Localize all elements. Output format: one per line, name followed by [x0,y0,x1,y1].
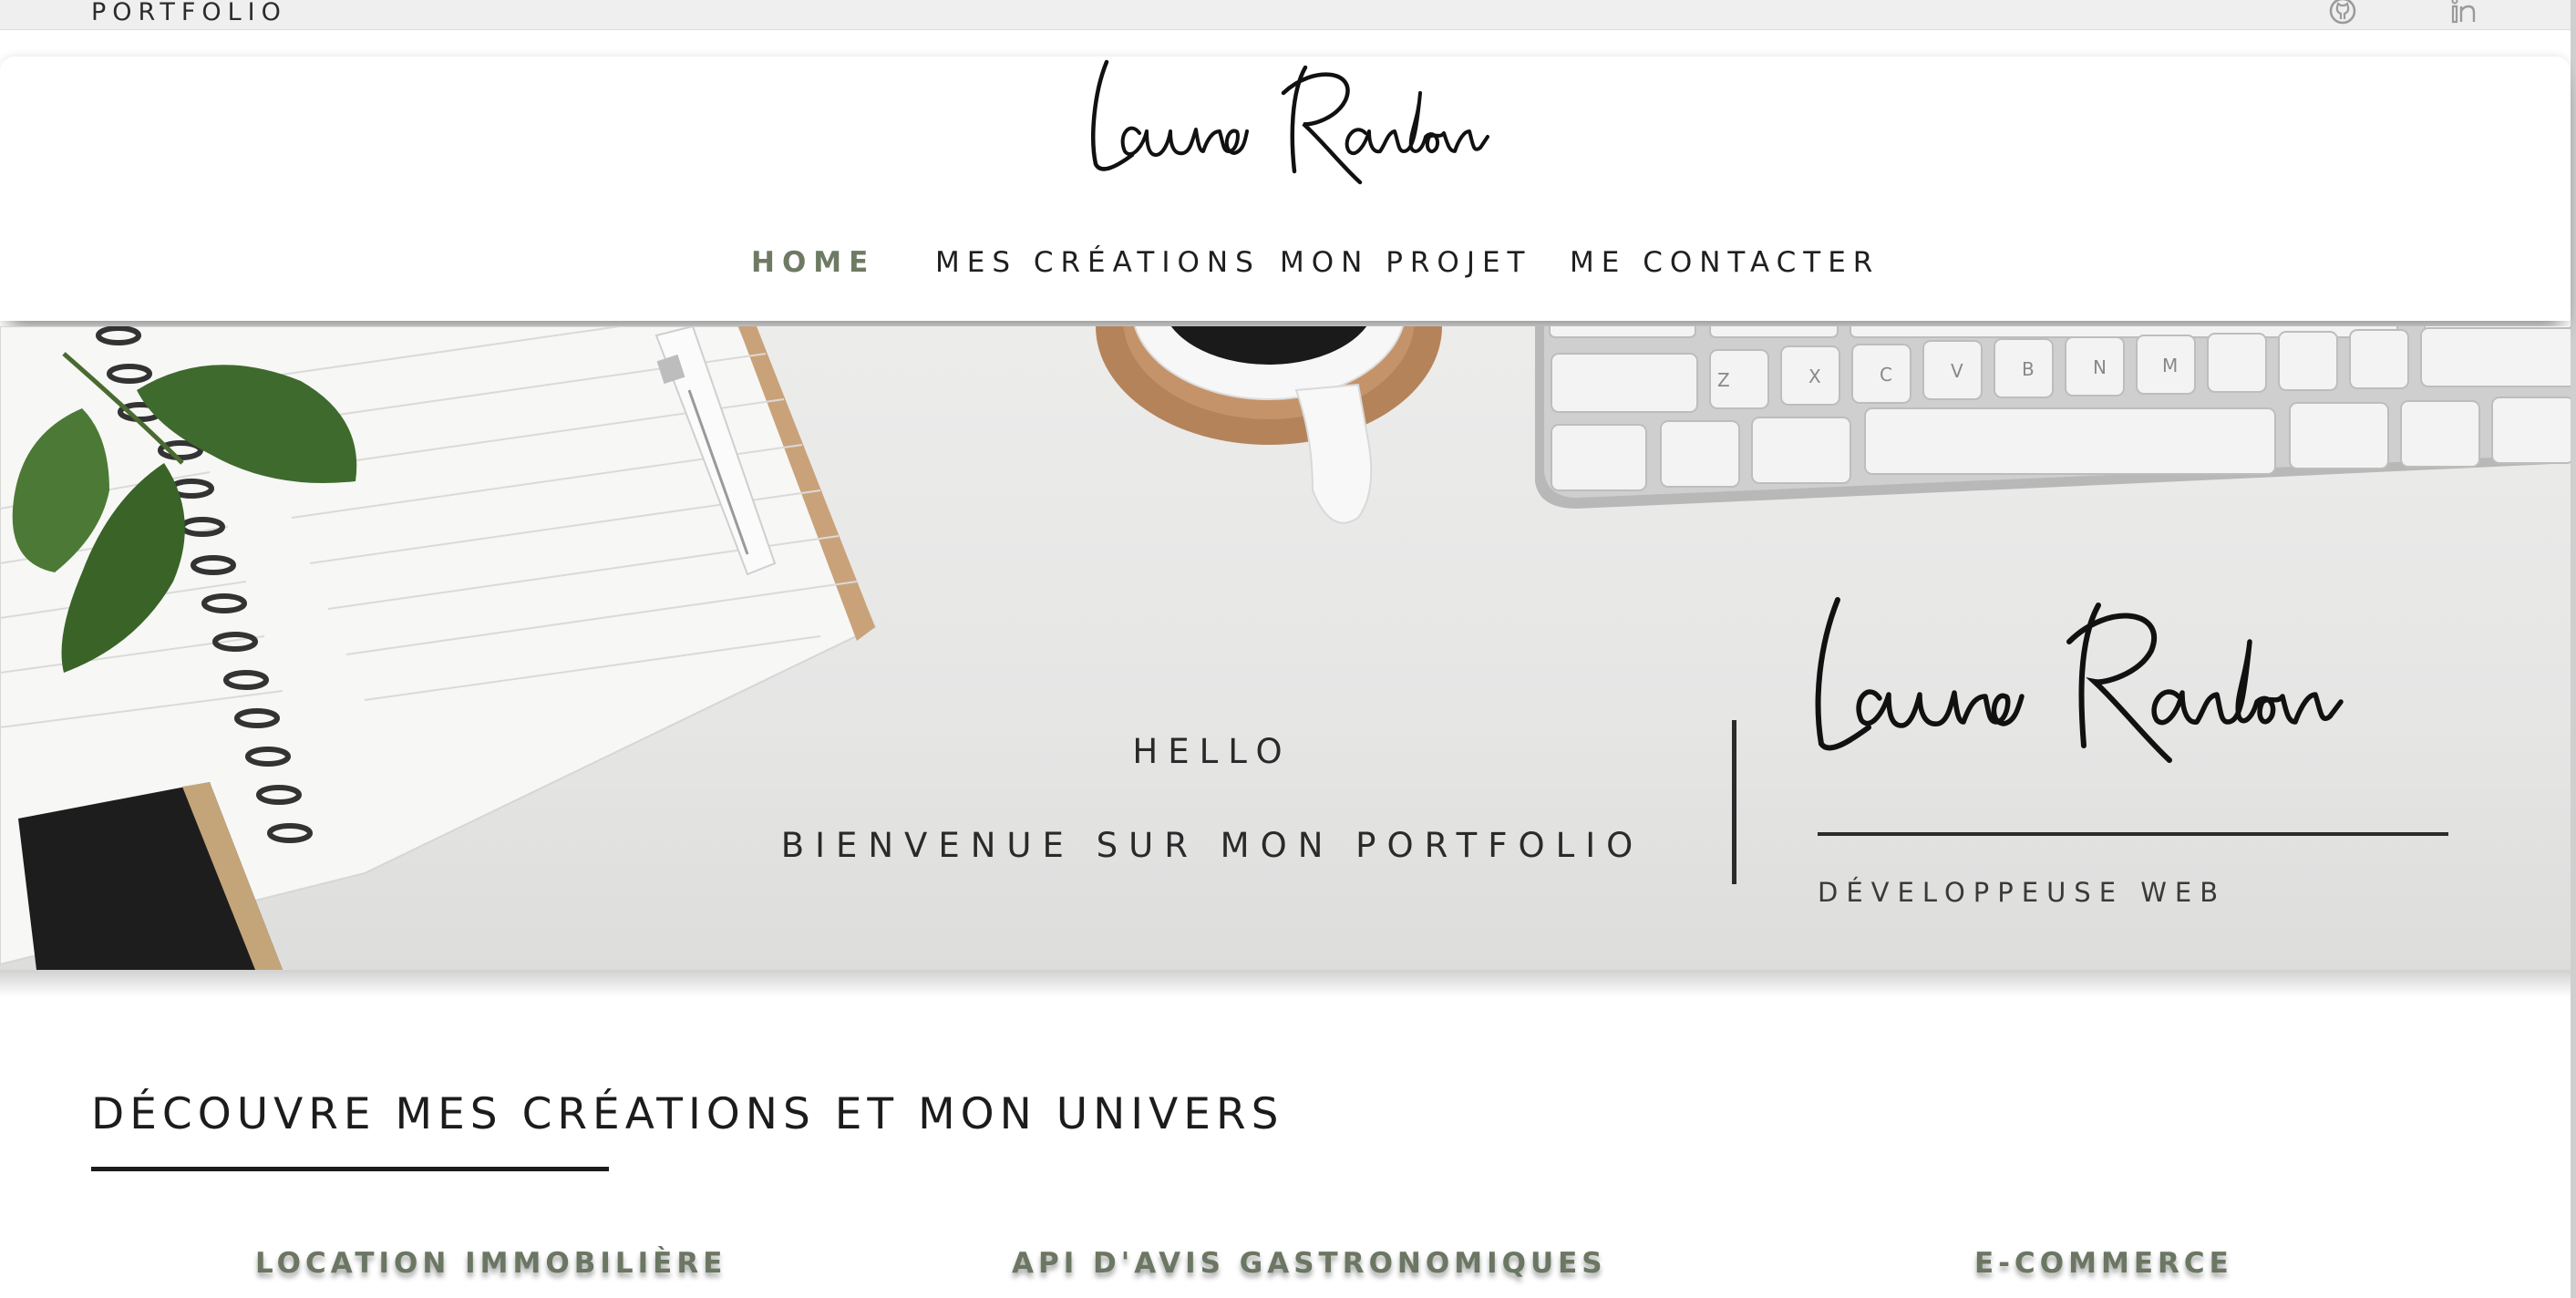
nav-mon-projet[interactable]: MON PROJET [1280,246,1532,279]
nav-me-contacter[interactable]: ME CONTACTER [1570,246,1880,279]
linkedin-icon[interactable] [2448,0,2481,27]
nav-mes-creations[interactable]: MES CRÉATIONS [935,246,1261,279]
svg-text:V: V [1951,360,1963,382]
logo[interactable] [1076,57,1504,193]
hero-welcome: BIENVENUE SUR MON PORTFOLIO [780,826,1644,865]
top-bar: PORTFOLIO [0,0,2576,30]
hero-role: DÉVELOPPEUSE WEB [1818,877,2227,908]
svg-text:X: X [1808,366,1821,387]
hero-underline [1818,832,2448,836]
svg-text:Z: Z [1717,369,1730,391]
hero-signature [1815,597,2344,763]
section-underline [91,1167,609,1171]
card-title-ecommerce[interactable]: E-COMMERCE [1974,1247,2233,1280]
card-title-location[interactable]: LOCATION IMMOBILIÈRE [255,1247,726,1280]
hero-divider [1732,720,1736,884]
window-edge [2571,0,2576,1298]
github-icon[interactable] [2326,0,2359,27]
nav-home[interactable]: HOME [751,246,875,279]
site-header: HOME MES CRÉATIONS MON PROJET ME CONTACT… [0,57,2571,321]
svg-text:B: B [2022,358,2035,380]
svg-text:C: C [1880,364,1892,386]
card-title-api-avis[interactable]: API D'AVIS GASTRONOMIQUES [1012,1247,1607,1280]
svg-text:N: N [2093,356,2107,378]
hero-shadow [0,970,2571,997]
brand-label: PORTFOLIO [91,0,287,26]
svg-text:M: M [2162,355,2178,376]
hero-hello: HELLO [1132,732,1293,771]
main-nav: HOME MES CRÉATIONS MON PROJET ME CONTACT… [0,246,2571,301]
hero-banner: Z X C V B N M HELLO BIENVENUE SUR MON PORTFO… [0,326,2571,970]
section-title: DÉCOUVRE MES CRÉATIONS ET MON UNIVERS [91,1089,1284,1139]
